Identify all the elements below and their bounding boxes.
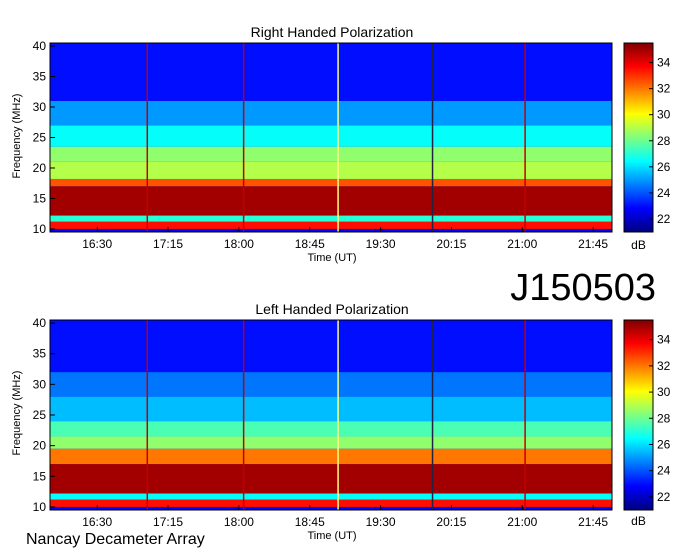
x-tick-label: 21:00 xyxy=(507,237,537,251)
y-tick-label: 20 xyxy=(33,439,47,453)
x-tick-label: 16:30 xyxy=(82,237,112,251)
x-tick-label: 18:00 xyxy=(224,237,254,251)
heatmap-plot-area xyxy=(50,43,612,232)
colorbar: 22 24 26 28 30 32 34 dB xyxy=(623,319,671,528)
panel-title: Right Handed Polarization xyxy=(251,24,414,40)
colorbar-unit-label: dB xyxy=(631,238,646,252)
x-axis-label: Time (UT) xyxy=(307,530,356,542)
x-tick-label: 18:00 xyxy=(224,515,254,529)
heatmap-band xyxy=(50,320,612,373)
heatmap-band xyxy=(50,100,612,126)
y-tick-label: 35 xyxy=(33,70,47,84)
y-tick-label: 25 xyxy=(33,131,47,145)
y-tick-label: 35 xyxy=(33,347,47,361)
heatmap-band xyxy=(50,186,612,216)
heatmap-band xyxy=(50,499,612,507)
colorbar-tick-label: 22 xyxy=(657,212,671,226)
y-tick-label: 30 xyxy=(33,377,47,391)
heatmap-band xyxy=(50,396,612,422)
x-tick-label: 16:30 xyxy=(82,515,112,529)
heatmap-band xyxy=(50,161,612,179)
y-tick-label: 40 xyxy=(33,316,47,330)
colorbar-tick-label: 24 xyxy=(657,186,671,200)
heatmap-band xyxy=(50,493,612,500)
colorbar-tick-label: 32 xyxy=(657,82,671,96)
y-tick-label: 10 xyxy=(33,500,47,514)
heatmap-band xyxy=(50,421,612,437)
heatmap-band xyxy=(50,215,612,222)
heatmap-band xyxy=(50,448,612,465)
dynamic-spectrum-figure: Right Handed Polarization Frequency (MHz… xyxy=(11,24,671,548)
heatmap-band xyxy=(50,43,612,101)
x-tick-label: 20:15 xyxy=(436,515,466,529)
observation-id: J150503 xyxy=(510,267,656,309)
x-tick-label: 19:30 xyxy=(366,515,396,529)
y-tick-label: 25 xyxy=(33,408,47,422)
y-axis-label: Frequency (MHz) xyxy=(11,94,23,179)
y-tick-label: 20 xyxy=(33,161,47,175)
x-tick-label: 18:45 xyxy=(295,515,325,529)
colorbar-gradient xyxy=(623,42,654,233)
panel-right-handed: Right Handed Polarization Frequency (MHz… xyxy=(11,24,671,264)
y-tick-label: 15 xyxy=(33,191,47,205)
colorbar: 22 24 26 28 30 32 34 dB xyxy=(623,42,671,252)
x-tick-label: 20:15 xyxy=(436,237,466,251)
colorbar-tick-label: 28 xyxy=(657,411,671,425)
panel-left-handed: Left Handed Polarization Frequency (MHz)… xyxy=(11,301,671,542)
colorbar-tick-label: 24 xyxy=(657,464,671,478)
heatmap-band xyxy=(50,178,612,187)
heatmap-band xyxy=(50,372,612,397)
heatmap-band xyxy=(50,464,612,494)
colorbar-tick-label: 32 xyxy=(657,359,671,373)
colorbar-tick-label: 28 xyxy=(657,134,671,148)
x-tick-label: 18:45 xyxy=(295,237,325,251)
x-tick-label: 17:15 xyxy=(153,237,183,251)
colorbar-gradient xyxy=(623,319,654,511)
colorbar-unit-label: dB xyxy=(631,514,646,528)
x-tick-label: 19:30 xyxy=(366,237,396,251)
colorbar-tick-label: 26 xyxy=(657,160,671,174)
y-tick-label: 15 xyxy=(33,469,47,483)
colorbar-tick-label: 22 xyxy=(657,490,671,504)
colorbar-tick-label: 30 xyxy=(657,385,671,399)
x-tick-label: 17:15 xyxy=(153,515,183,529)
heatmap-band xyxy=(50,221,612,229)
y-tick-label: 40 xyxy=(33,39,47,53)
colorbar-tick-label: 26 xyxy=(657,437,671,451)
heatmap-plot-area xyxy=(50,320,612,510)
heatmap-band xyxy=(50,146,612,162)
heatmap-band xyxy=(50,125,612,147)
x-tick-label: 21:45 xyxy=(578,515,608,529)
y-axis-label-group: Frequency (MHz) xyxy=(11,94,23,179)
heatmap-band xyxy=(50,436,612,449)
y-tick-label: 30 xyxy=(33,100,47,114)
colorbar-tick-label: 34 xyxy=(657,333,671,347)
x-tick-label: 21:00 xyxy=(507,515,537,529)
colorbar-tick-label: 34 xyxy=(657,56,671,70)
x-tick-label: 21:45 xyxy=(578,237,608,251)
y-axis-label: Frequency (MHz) xyxy=(11,371,23,456)
panel-title: Left Handed Polarization xyxy=(255,301,408,317)
y-tick-label: 10 xyxy=(33,222,47,236)
source-label: Nancay Decameter Array xyxy=(26,531,205,548)
y-axis-label-group: Frequency (MHz) xyxy=(11,371,23,456)
colorbar-tick-label: 30 xyxy=(657,108,671,122)
x-axis-label: Time (UT) xyxy=(307,252,356,264)
